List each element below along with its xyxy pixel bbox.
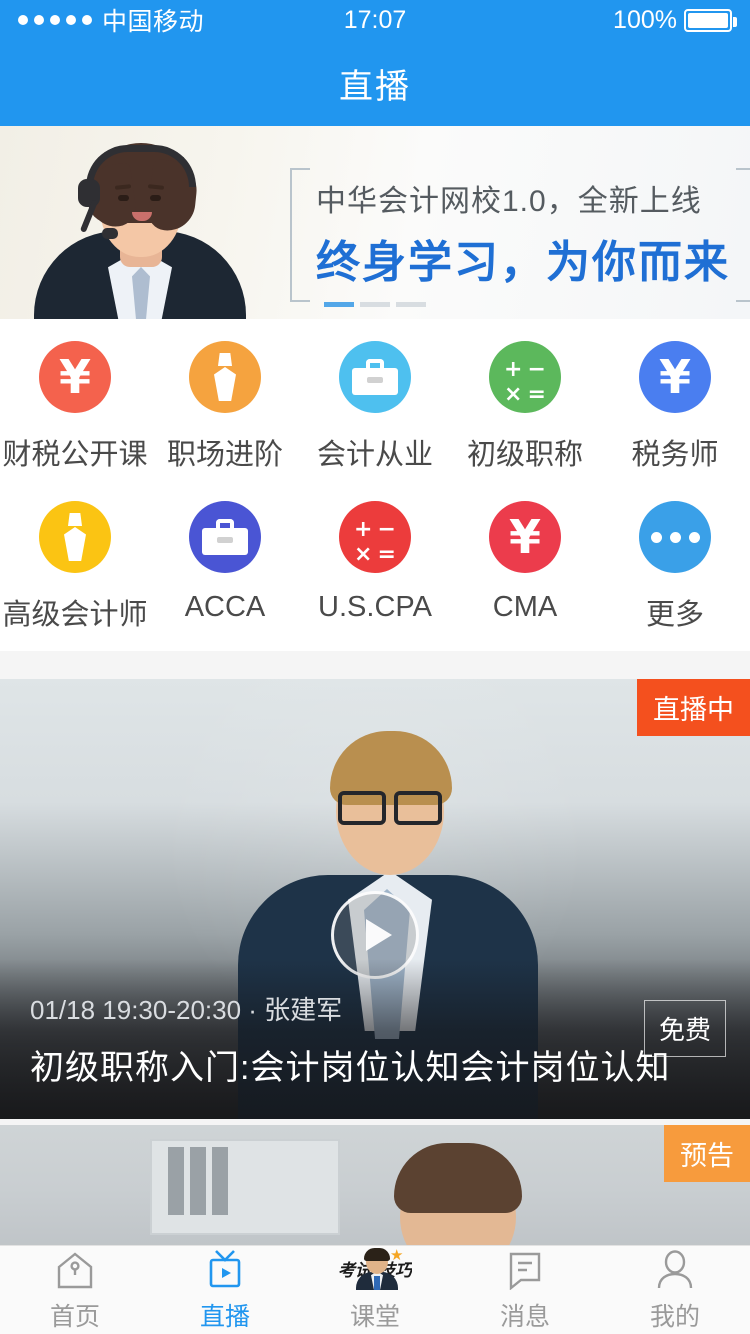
category-item-kuaijicongye[interactable]: 会计从业 <box>300 341 450 473</box>
live-card-1-gradient <box>0 959 750 1119</box>
live-status-badge: 直播中 <box>637 679 750 736</box>
category-label: 财税公开课 <box>2 439 148 471</box>
category-label: 税务师 <box>631 439 719 471</box>
category-item-cma[interactable]: ¥ CMA <box>450 501 600 633</box>
yuan-glyph: ¥ <box>58 350 91 404</box>
tab-mine[interactable]: 我的 <box>600 1246 750 1334</box>
category-label: 更多 <box>645 599 704 631</box>
upcoming-status-badge: 预告 <box>664 1125 750 1182</box>
live-card-1-title: 初级职称入门:会计岗位认知会计岗位认知 <box>30 1049 671 1087</box>
tab-live[interactable]: 直播 <box>150 1246 300 1334</box>
category-row-2: 高级会计师 ACCA + − × = U.S.CPA ¥ CMA 更多 <box>0 501 750 633</box>
category-label: ACCA <box>184 591 266 623</box>
category-item-gaojikuaijishi[interactable]: 高级会计师 <box>0 501 150 633</box>
banner-dot-3[interactable] <box>396 302 426 307</box>
category-item-zhichangjinjie[interactable]: 职场进阶 <box>150 341 300 473</box>
banner-dot-2[interactable] <box>360 302 390 307</box>
person-icon <box>655 1248 695 1290</box>
battery-percent-label: 100% <box>613 5 677 34</box>
price-tag: 免费 <box>643 1000 726 1057</box>
yuan-icon: ¥ <box>639 341 711 413</box>
tab-home[interactable]: 首页 <box>0 1246 150 1334</box>
category-grid: ¥ 财税公开课 职场进阶 会计从业 + − × = 初级职称 ¥ 税务师 高级会… <box>0 319 750 651</box>
briefcase-icon <box>339 341 411 413</box>
math-equals: = <box>527 382 546 407</box>
category-label: 高级会计师 <box>2 599 148 631</box>
yuan-icon: ¥ <box>39 341 111 413</box>
tab-label: 消息 <box>499 1302 550 1331</box>
math-equals: = <box>377 542 396 567</box>
tab-bar: 首页 直播 考试 技巧 ★ 课堂 消息 我的 <box>0 1245 750 1334</box>
necktie-icon <box>39 501 111 573</box>
math-minus: − <box>377 517 396 542</box>
section-divider <box>0 651 750 679</box>
message-icon <box>505 1248 545 1290</box>
category-label: CMA <box>492 591 558 623</box>
banner-pagination[interactable] <box>0 302 750 307</box>
banner-line-2: 终身学习，为你而来 <box>316 238 730 287</box>
battery-icon <box>684 8 737 32</box>
math-times: × <box>504 382 523 407</box>
yuan-icon: ¥ <box>489 501 561 573</box>
status-right: 100% <box>613 5 737 35</box>
tab-label: 首页 <box>49 1302 100 1331</box>
star-icon: ★ <box>390 1247 404 1264</box>
category-label: U.S.CPA <box>318 591 432 623</box>
category-item-shuiwushi[interactable]: ¥ 税务师 <box>600 341 750 473</box>
live-card-1-meta: 01/18 19:30-20:30 · 张建军 <box>30 995 343 1025</box>
teacher-photo-icon: 考试 技巧 ★ <box>338 1247 412 1290</box>
banner-dot-1[interactable] <box>324 302 354 307</box>
category-item-uscpa[interactable]: + − × = U.S.CPA <box>300 501 450 633</box>
live-card-1[interactable]: 直播中 01/18 19:30-20:30 · 张建军 初级职称入门:会计岗位认… <box>0 679 750 1119</box>
banner-operator-illustration <box>20 143 260 319</box>
home-icon <box>54 1248 96 1290</box>
app-screen: 中国移动 17:07 100% 直播 中华会计网校1.0，全新上线 终身学习，为… <box>0 0 750 1334</box>
category-label: 会计从业 <box>316 439 433 471</box>
math-minus: − <box>527 357 546 382</box>
yuan-glyph: ¥ <box>658 350 691 404</box>
category-item-acca[interactable]: ACCA <box>150 501 300 633</box>
banner-line-1: 中华会计网校1.0，全新上线 <box>316 185 702 218</box>
category-label: 职场进阶 <box>166 439 283 471</box>
category-item-chujizhicheng[interactable]: + − × = 初级职称 <box>450 341 600 473</box>
tv-play-icon <box>203 1248 247 1290</box>
calculator-icon: + − × = <box>339 501 411 573</box>
tab-message[interactable]: 消息 <box>450 1246 600 1334</box>
category-label: 初级职称 <box>466 439 583 471</box>
category-item-caishuigongkaike[interactable]: ¥ 财税公开课 <box>0 341 150 473</box>
tab-label: 课堂 <box>349 1302 400 1331</box>
math-plus: + <box>354 517 373 542</box>
necktie-icon <box>189 341 261 413</box>
yuan-glyph: ¥ <box>508 510 541 564</box>
tab-label: 直播 <box>199 1302 250 1331</box>
tab-label: 我的 <box>649 1302 700 1331</box>
math-plus: + <box>504 357 523 382</box>
calculator-icon: + − × = <box>489 341 561 413</box>
status-bar: 中国移动 17:07 100% <box>0 0 750 40</box>
promo-banner[interactable]: 中华会计网校1.0，全新上线 终身学习，为你而来 <box>0 126 750 319</box>
briefcase-icon <box>189 501 261 573</box>
banner-copy: 中华会计网校1.0，全新上线 终身学习，为你而来 <box>290 168 750 302</box>
nav-bar: 直播 <box>0 40 750 126</box>
category-item-more[interactable]: 更多 <box>600 501 750 633</box>
ellipsis-icon <box>639 501 711 573</box>
category-row-1: ¥ 财税公开课 职场进阶 会计从业 + − × = 初级职称 ¥ 税务师 <box>0 341 750 473</box>
math-times: × <box>354 542 373 567</box>
page-title: 直播 <box>339 67 411 106</box>
tab-classroom[interactable]: 考试 技巧 ★ 课堂 <box>300 1246 450 1334</box>
